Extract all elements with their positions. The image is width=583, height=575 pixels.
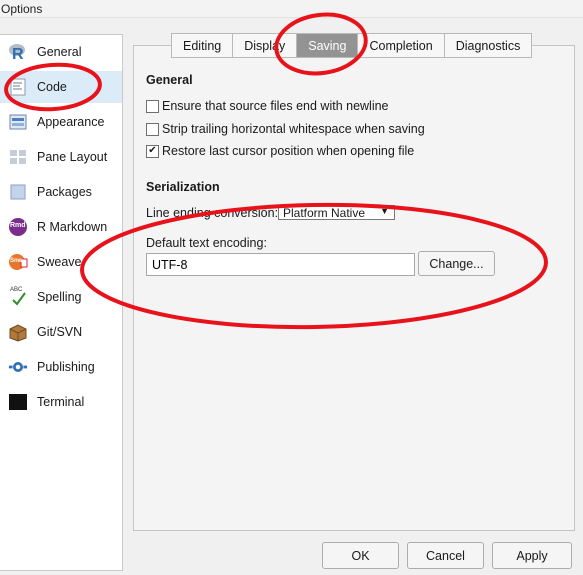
option-ensure-newline[interactable]: Ensure that source files end with newlin… xyxy=(146,99,389,113)
options-panel xyxy=(133,45,575,531)
checkbox-checked[interactable]: ✔ xyxy=(146,144,159,158)
option-restore-cursor[interactable]: ✔ Restore last cursor position when open… xyxy=(146,144,414,158)
sidebar-item-pane-layout[interactable]: Pane Layout xyxy=(0,141,122,173)
sidebar-item-r-markdown[interactable]: Rmd R Markdown xyxy=(0,211,122,243)
sidebar-item-label: Sweave xyxy=(37,255,82,269)
option-label: Ensure that source files end with newlin… xyxy=(162,99,389,113)
sweave-icon: Snw xyxy=(8,252,28,272)
tab-completion[interactable]: Completion xyxy=(358,33,445,58)
checkbox[interactable] xyxy=(146,122,159,136)
svg-text:R: R xyxy=(12,46,24,62)
spelling-icon: ABC xyxy=(8,287,28,307)
sidebar-item-git-svn[interactable]: Git/SVN xyxy=(0,316,122,348)
sidebar-item-label: Git/SVN xyxy=(37,325,83,339)
serialization-section-title: Serialization xyxy=(146,180,220,194)
tab-diagnostics[interactable]: Diagnostics xyxy=(444,33,533,58)
r-logo-icon: R xyxy=(8,42,28,62)
encoding-input[interactable] xyxy=(146,253,415,276)
general-section-title: General xyxy=(146,73,193,87)
sidebar-item-label: Pane Layout xyxy=(37,150,108,164)
rmd-icon-text: Rmd xyxy=(10,222,26,229)
line-ending-select[interactable]: Platform Native ▼ xyxy=(278,205,395,220)
check-icon: ✔ xyxy=(148,145,157,156)
sidebar-item-terminal[interactable]: Terminal xyxy=(0,386,122,418)
packages-icon xyxy=(8,182,28,202)
tab-display[interactable]: Display xyxy=(233,33,298,58)
pane-layout-icon xyxy=(8,147,28,167)
rmd-icon: Rmd xyxy=(8,217,28,237)
sidebar-item-label: General xyxy=(37,45,82,59)
tab-editing[interactable]: Editing xyxy=(171,33,234,58)
sidebar-item-spelling[interactable]: ABC Spelling xyxy=(0,281,122,313)
checkbox[interactable] xyxy=(146,99,159,113)
option-strip-whitespace[interactable]: Strip trailing horizontal whitespace whe… xyxy=(146,122,425,136)
appearance-icon xyxy=(8,112,28,132)
sidebar-item-label: Spelling xyxy=(37,290,82,304)
cancel-button[interactable]: Cancel xyxy=(407,542,484,569)
sidebar-item-label: R Markdown xyxy=(37,220,108,234)
option-label: Restore last cursor position when openin… xyxy=(162,144,415,158)
sidebar-item-label: Appearance xyxy=(37,115,105,129)
ok-button[interactable]: OK xyxy=(322,542,399,569)
terminal-icon xyxy=(8,392,28,412)
sidebar-item-appearance[interactable]: Appearance xyxy=(0,106,122,138)
option-label: Strip trailing horizontal whitespace whe… xyxy=(162,122,425,136)
publishing-icon xyxy=(8,357,28,377)
title-bar: Options xyxy=(0,0,583,18)
line-ending-value: Platform Native xyxy=(283,205,366,220)
sidebar-item-label: Publishing xyxy=(37,360,95,374)
tab-saving[interactable]: Saving xyxy=(297,33,359,58)
options-sidebar: R General Code Appearance Pane Layout Pa… xyxy=(0,34,123,571)
code-icon xyxy=(8,77,28,97)
apply-button[interactable]: Apply xyxy=(492,542,572,569)
sidebar-item-code[interactable]: Code xyxy=(0,71,122,103)
sidebar-item-label: Terminal xyxy=(37,395,85,409)
sidebar-item-label: Packages xyxy=(37,185,92,199)
sidebar-item-publishing[interactable]: Publishing xyxy=(0,351,122,383)
sweave-icon-text: Snw xyxy=(10,258,23,264)
window-title: Options xyxy=(1,2,43,16)
sidebar-item-label: Code xyxy=(37,80,67,94)
sidebar-item-packages[interactable]: Packages xyxy=(0,176,122,208)
tab-bar: Editing Display Saving Completion Diagno… xyxy=(171,33,533,58)
git-svn-icon xyxy=(8,322,28,342)
line-ending-label: Line ending conversion: xyxy=(146,206,279,220)
sidebar-item-general[interactable]: R General xyxy=(0,36,122,68)
spelling-icon-text: ABC xyxy=(10,287,23,293)
chevron-down-icon: ▼ xyxy=(380,206,389,216)
sidebar-item-sweave[interactable]: Snw Sweave xyxy=(0,246,122,278)
change-encoding-button[interactable]: Change... xyxy=(418,251,495,276)
encoding-label: Default text encoding: xyxy=(146,236,267,250)
